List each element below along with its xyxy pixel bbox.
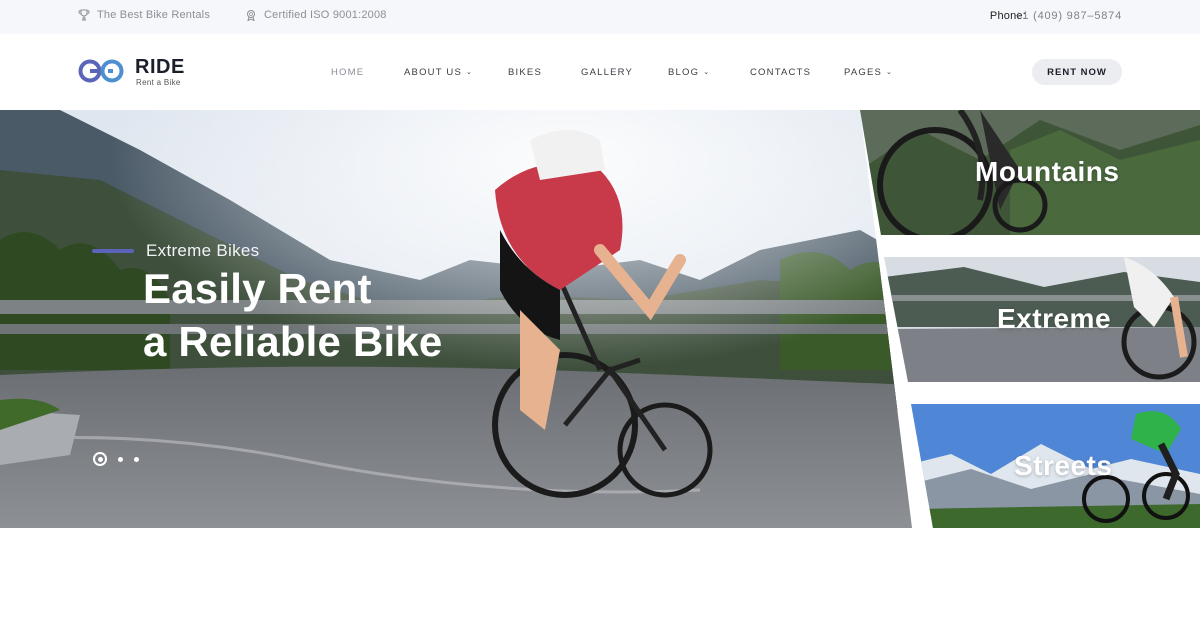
slider-pagination [93, 452, 139, 466]
hero-title-line-2: a Reliable Bike [143, 318, 443, 365]
top-info-bar: The Best Bike Rentals Certified ISO 9001… [0, 0, 1200, 34]
rent-now-button[interactable]: RENT NOW [1032, 59, 1122, 85]
nav-bikes[interactable]: BIKES [508, 67, 542, 78]
nav-home-label: HOME [331, 67, 365, 78]
nav-gallery-label: GALLERY [581, 67, 634, 78]
category-extreme-label: Extreme [997, 303, 1112, 334]
hero-section: Extreme Bikes Easily Rent a Reliable Bik… [0, 110, 1200, 528]
slide-dot-1[interactable] [93, 452, 107, 466]
nav-pages[interactable]: PAGES ⌄ [844, 67, 893, 78]
hero-slider[interactable]: Extreme Bikes Easily Rent a Reliable Bik… [0, 110, 912, 528]
chevron-down-icon: ⌄ [886, 68, 894, 76]
category-streets[interactable]: Streets [911, 404, 1200, 528]
main-header: RIDE Rent a Bike HOME ABOUT US ⌄ BIKES GA… [0, 34, 1200, 110]
chevron-down-icon: ⌄ [703, 68, 711, 76]
nav-pages-label: PAGES [844, 67, 883, 78]
brand-name[interactable]: RIDE [135, 56, 185, 79]
phone-number[interactable]: +1 (409) 987–5874 [1015, 10, 1122, 22]
nav-about-us[interactable]: ABOUT US ⌄ [404, 67, 473, 78]
nav-gallery[interactable]: GALLERY [581, 67, 633, 78]
rentals-text: The Best Bike Rentals [97, 9, 211, 21]
category-mountains-label: Mountains [975, 156, 1120, 187]
hero-title: Easily Rent a Reliable Bike [143, 262, 442, 368]
nav-about-label: ABOUT US [404, 67, 462, 78]
nav-blog-label: BLOG [668, 67, 700, 78]
badge-icon [247, 10, 255, 21]
nav-home[interactable]: HOME [331, 67, 364, 78]
category-streets-label: Streets [1014, 450, 1113, 481]
category-mountains[interactable]: Mountains [860, 110, 1200, 235]
brand-tagline: Rent a Bike [136, 78, 181, 87]
nav-contacts[interactable]: CONTACTS [750, 67, 811, 78]
eyebrow-accent-line [92, 249, 134, 253]
slide-dot-3[interactable] [134, 456, 139, 462]
iso-info: Certified ISO 9001:2008 [245, 9, 387, 21]
hero-eyebrow: Extreme Bikes [146, 241, 260, 260]
nav-contacts-label: CONTACTS [750, 67, 812, 78]
trophy-icon [78, 9, 90, 21]
iso-text: Certified ISO 9001:2008 [264, 9, 387, 21]
ride-logo-icon[interactable] [78, 58, 126, 84]
hero-title-line-1: Easily Rent [143, 265, 372, 312]
nav-blog[interactable]: BLOG ⌄ [668, 67, 710, 78]
slide-dot-2[interactable] [118, 456, 123, 462]
nav-bikes-label: BIKES [508, 67, 542, 78]
chevron-down-icon: ⌄ [466, 68, 474, 76]
category-extreme[interactable]: Extreme [884, 257, 1200, 382]
rentals-info: The Best Bike Rentals [78, 9, 210, 21]
